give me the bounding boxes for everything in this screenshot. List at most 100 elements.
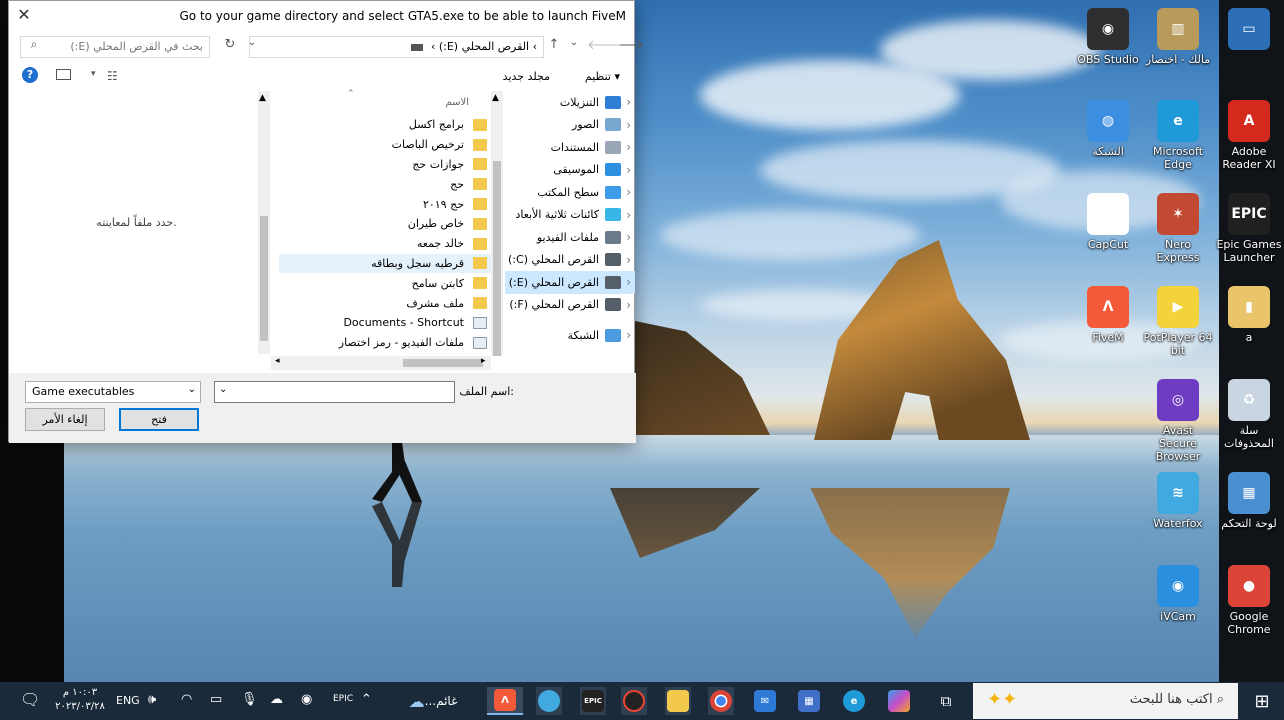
desktop-icon[interactable]: ◉ OBS Studio [1073,8,1143,66]
file-list-item[interactable]: كابتن سامح [279,273,495,293]
view-options-icon[interactable]: ☷ [107,69,118,83]
volume-icon[interactable]: 🕪 [148,692,156,707]
taskbar-waterfox[interactable] [536,687,562,715]
file-list-item[interactable]: برامج اكسل [279,115,495,135]
scroll-left-arrow-icon[interactable]: ◂ [275,356,280,366]
search-input[interactable]: بحث في القرص المحلي (E:) [20,36,210,58]
expand-chevron-icon[interactable]: ‹ [626,328,631,342]
desktop-icon[interactable]: Λ FiveM [1073,286,1143,344]
recent-dropdown-icon[interactable]: ⌄ [565,37,583,48]
desktop-icon[interactable]: ● Google Chrome [1214,565,1284,636]
desktop-icon[interactable]: e Microsoft Edge [1143,100,1213,171]
taskbar-outlook[interactable]: ✉ [753,687,777,715]
desktop-icon[interactable]: ✂ CapCut [1073,193,1143,251]
taskbar-epic[interactable]: EPIC [580,687,606,715]
organize-button[interactable]: تنظيم ▾ [585,70,620,83]
desktop-icon[interactable]: ▦ لوحة التحكم [1214,472,1284,530]
desktop-icon[interactable]: ▮ a [1214,286,1284,344]
file-list-item[interactable]: ملفات الفيديو - رمز اختصار [279,333,495,353]
address-bar[interactable]: › القرص المحلي (E:) › [249,36,544,58]
expand-chevron-icon[interactable]: ‹ [626,118,631,132]
taskbar-rockstar[interactable] [621,687,647,715]
file-list-item[interactable]: ملف مشرف [279,293,495,313]
preview-scrollbar[interactable]: ▲ [258,91,270,354]
desktop-icon[interactable]: ◍ الشبكة [1073,100,1143,158]
wifi-icon[interactable]: ◠ [181,692,192,707]
desktop-icon[interactable]: ◉ iVCam [1143,565,1213,623]
expand-chevron-icon[interactable]: ‹ [626,230,631,244]
taskbar-store[interactable]: ▦ [797,687,821,715]
filename-dropdown-icon[interactable]: ⌄ [219,384,227,395]
file-list-scrollbar[interactable]: ▲ [491,91,503,356]
expand-chevron-icon[interactable]: ‹ [626,298,631,312]
scroll-up-arrow-icon[interactable]: ▲ [259,93,266,103]
nav-item[interactable]: ‹ المستندات [505,136,635,159]
expand-chevron-icon[interactable]: ‹ [626,185,631,199]
tray-app-icon[interactable]: ◉ [301,692,312,707]
desktop-icon[interactable]: EPIC Epic Games Launcher [1214,193,1284,264]
taskbar-search-box[interactable]: ⌕ اكتب هنا للبحث ✦✦ [973,683,1238,719]
file-scroll-up-icon[interactable]: ▲ [492,93,499,103]
new-folder-button[interactable]: مجلد جديد [503,70,550,83]
taskbar-explorer[interactable] [665,687,691,715]
desktop-icon[interactable]: ♻ سلة المحذوفات [1214,379,1284,450]
file-scroll-thumb[interactable] [493,161,501,356]
file-list-item[interactable]: حج ٢٠١٩ [279,194,495,214]
preview-pane-icon[interactable] [56,69,71,80]
tray-epic-icon[interactable]: EPIC [333,694,353,704]
refresh-icon[interactable]: ↻ [221,37,239,52]
file-list-item[interactable]: ترخيص الباصات [279,135,495,155]
nav-item[interactable]: ‹ كائنات ثلاثية الأبعاد [505,204,635,227]
microphone-icon[interactable]: 🎙 [241,692,258,707]
view-dropdown-icon[interactable]: ▾ [91,69,96,79]
expand-chevron-icon[interactable]: ‹ [626,253,631,267]
desktop-icon[interactable]: ▭ [1214,8,1284,53]
notifications-icon[interactable]: 🗨 [20,690,40,709]
open-button[interactable]: فتح [119,408,199,431]
scroll-right-arrow-icon[interactable]: ▸ [481,356,486,366]
clock[interactable]: ١٠:٠٣ م ٢٠٢٣/٠٣/٢٨ [52,686,108,714]
nav-item[interactable]: ‹ الصور [505,114,635,137]
scroll-thumb[interactable] [260,216,268,341]
expand-chevron-icon[interactable]: ‹ [626,140,631,154]
horizontal-scrollbar[interactable]: ◂ ▸ [271,356,491,370]
cancel-button[interactable]: إلغاء الأمر [25,408,105,431]
weather-widget[interactable]: ☁ غائم... [400,687,470,715]
expand-chevron-icon[interactable]: ‹ [626,163,631,177]
filename-input[interactable]: ⌄ [214,381,455,403]
battery-icon[interactable]: ▭ [210,692,222,707]
language-indicator[interactable]: ENG [116,694,140,707]
desktop-icon[interactable]: ◎ Avast Secure Browser [1143,379,1213,463]
forward-arrow-icon[interactable]: 🡐 [587,37,622,53]
nav-item[interactable]: ‹ ملفات الفيديو [505,226,635,249]
file-list-item[interactable]: خاص طيران [279,214,495,234]
desktop-icon[interactable]: A Adobe Reader XI [1214,100,1284,171]
task-view-button[interactable]: ⧉ [934,687,958,715]
file-list-item[interactable]: حج [279,174,495,194]
expand-chevron-icon[interactable]: ‹ [626,95,631,109]
hscroll-thumb[interactable] [403,359,483,367]
nav-item[interactable]: ‹ سطح المكتب [505,181,635,204]
show-hidden-icons[interactable]: ⌃ [361,692,372,707]
file-list-item[interactable]: Documents - Shortcut [279,313,495,333]
taskbar-copilot[interactable] [887,687,911,715]
address-dropdown-icon[interactable]: ⌄ [243,37,261,48]
desktop-icon[interactable]: ✶ Nero Express [1143,193,1213,264]
help-icon[interactable]: ? [22,67,38,83]
file-list-item[interactable]: خالد جمعه [279,234,495,254]
file-list-item[interactable]: قرطيه سجل وبطاقه [279,253,495,274]
taskbar-chrome[interactable] [708,687,734,715]
filetype-select[interactable]: Game executables ⌄ [25,381,201,403]
taskbar-fivem[interactable]: Λ [487,687,523,715]
expand-chevron-icon[interactable]: ‹ [626,208,631,222]
taskbar-edge[interactable]: e [842,687,866,715]
nav-item[interactable]: ‹ الموسيقى [505,159,635,182]
onedrive-icon[interactable]: ☁ [270,692,283,707]
desktop-icon[interactable]: ≋ Waterfox [1143,472,1213,530]
nav-item[interactable]: ‹ القرص المحلي (E:) [505,271,635,294]
nav-item[interactable]: ‹ القرص المحلي (C:) [505,249,635,272]
expand-chevron-icon[interactable]: ‹ [626,275,631,289]
file-list-item[interactable]: جوازات حج [279,155,495,175]
nav-item[interactable]: ‹ التنزيلات [505,91,635,114]
nav-item[interactable]: ‹ القرص المحلي (F:) [505,294,635,317]
